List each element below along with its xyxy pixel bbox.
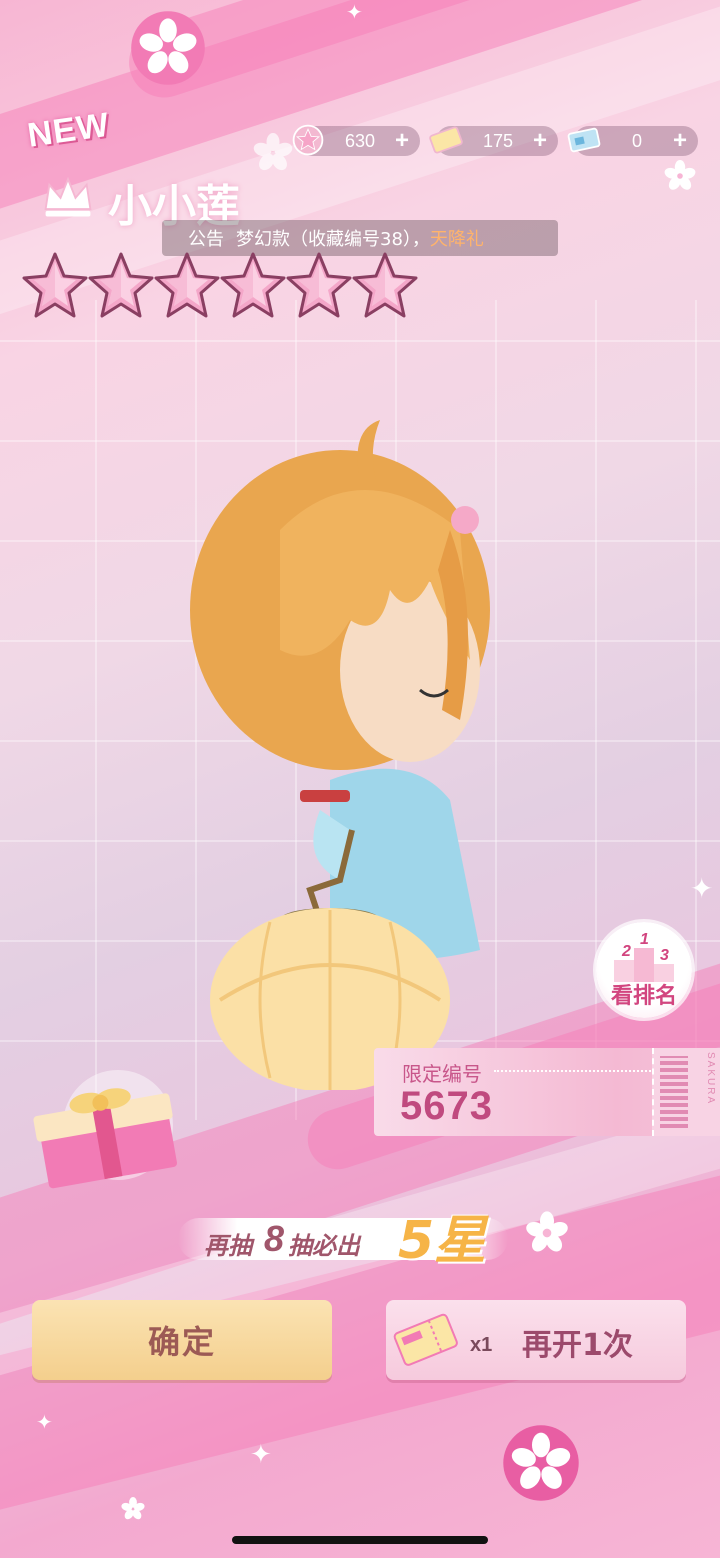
serial-title: 限定编号 xyxy=(402,1062,482,1086)
sakura-flower-icon xyxy=(121,1497,145,1520)
ranking-label: 看排名 xyxy=(610,984,677,1009)
serial-brand: SAKURA xyxy=(705,1052,716,1106)
draw-cost-count: x1 xyxy=(470,1334,493,1356)
crown-icon xyxy=(44,176,92,217)
add-currency-button[interactable]: + xyxy=(668,129,692,153)
currency-card: 0 + xyxy=(567,126,698,156)
barcode-icon xyxy=(660,1056,688,1128)
pity-count: 8 xyxy=(264,1218,285,1259)
draw-again-label: 再开1次 xyxy=(522,1328,633,1363)
sakura-flower-icon xyxy=(503,1425,579,1501)
pity-reward: 5星 xyxy=(398,1211,487,1271)
ticket-stub: SAKURA xyxy=(652,1048,720,1136)
rarity-star-icon xyxy=(286,252,352,318)
gift-box-icon[interactable] xyxy=(28,1070,188,1190)
card-icon xyxy=(567,127,601,153)
star-coin-icon xyxy=(292,124,324,156)
currency-value: 630 xyxy=(344,130,376,151)
currency-value: 175 xyxy=(482,130,514,151)
rarity-star-icon xyxy=(220,252,286,318)
limited-serial-card: 限定编号 5673 SAKURA xyxy=(374,1048,720,1136)
home-indicator[interactable] xyxy=(232,1536,488,1544)
ranking-button[interactable]: 2 1 3 看排名 xyxy=(596,922,692,1018)
pity-counter: 再抽 8 抽必出 5星 xyxy=(178,1211,508,1271)
rarity-stars xyxy=(22,250,418,322)
character-illustration xyxy=(190,420,490,1090)
currency-star-coin: 630 + xyxy=(292,124,420,156)
rarity-star-icon xyxy=(352,252,418,318)
announcement-label: 公告 xyxy=(188,229,224,250)
sparkle-icon: ✦ xyxy=(690,872,714,905)
confirm-button[interactable]: 确定 xyxy=(32,1300,332,1380)
podium-icon: 2 1 3 xyxy=(614,932,674,982)
currency-value: 0 xyxy=(631,130,642,151)
sakura-flower-icon xyxy=(664,160,696,190)
rarity-star-icon xyxy=(154,252,220,318)
announcement-text: 梦幻款（收藏编号38）， xyxy=(236,229,430,250)
podium-second: 2 xyxy=(621,943,631,960)
rarity-star-icon xyxy=(88,252,154,318)
sakura-flower-icon xyxy=(131,11,205,85)
dotted-divider xyxy=(494,1070,674,1074)
podium-third: 3 xyxy=(660,947,669,964)
draw-again-button[interactable]: x1 再开1次 xyxy=(386,1300,686,1380)
serial-number: 5673 xyxy=(400,1084,493,1128)
ticket-icon xyxy=(429,126,463,154)
announcement-highlight: 天降礼 xyxy=(429,229,484,250)
add-currency-button[interactable]: + xyxy=(528,129,552,153)
sparkle-icon: ✦ xyxy=(36,1410,53,1434)
draw-ticket-icon xyxy=(393,1313,458,1366)
sakura-flower-icon xyxy=(526,1211,568,1252)
pity-prefix: 再抽 xyxy=(204,1232,252,1260)
podium-first: 1 xyxy=(640,932,649,948)
sparkle-icon: ✦ xyxy=(250,1440,272,1470)
rarity-star-icon xyxy=(22,252,88,318)
pity-middle: 抽必出 xyxy=(288,1232,360,1260)
add-currency-button[interactable]: + xyxy=(390,129,414,153)
currency-ticket: 175 + xyxy=(429,126,558,156)
sparkle-icon: ✦ xyxy=(346,0,363,24)
